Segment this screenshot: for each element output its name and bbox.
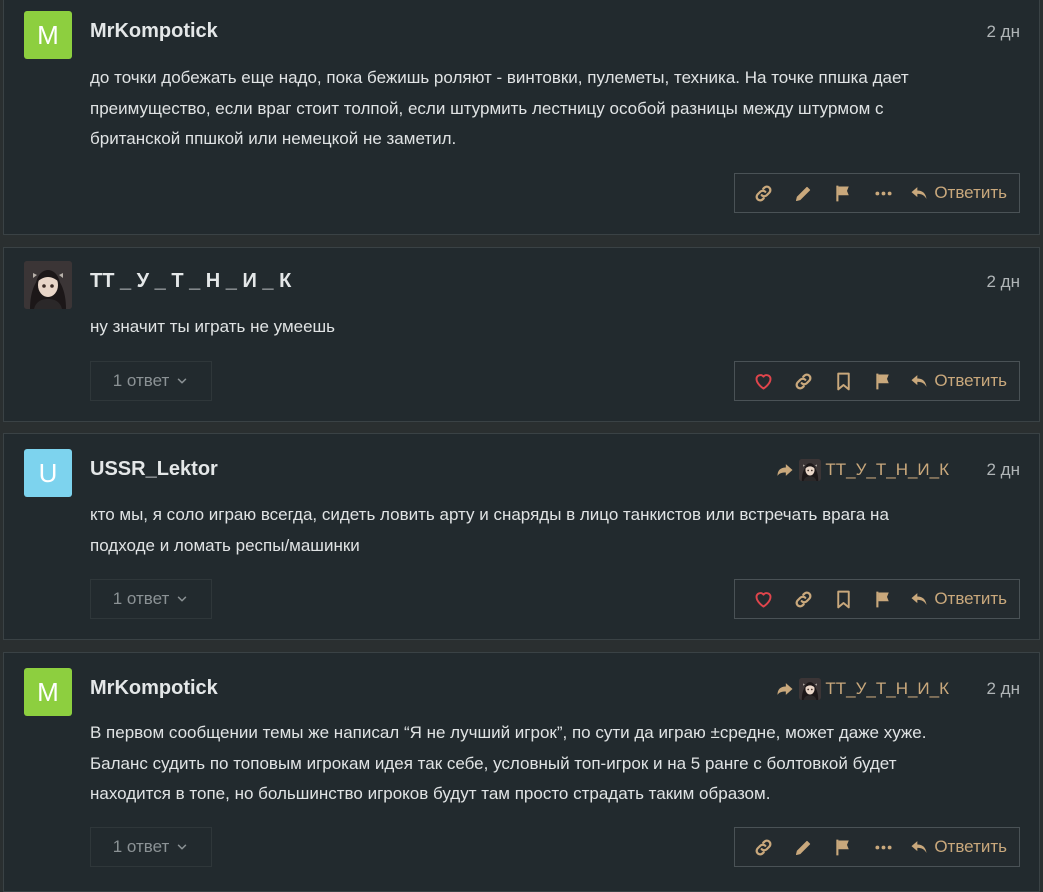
post-actions: Ответить (734, 361, 1020, 401)
link-icon[interactable] (783, 580, 823, 618)
flag-icon[interactable] (823, 174, 863, 212)
reply-icon (909, 837, 929, 857)
post: ТТ _ У _ Т _ Н _ И _ К 2 дн ну значит ты… (3, 247, 1040, 422)
avatar-image (24, 261, 72, 309)
replies-count: 1 ответ (112, 837, 170, 856)
replies-toggle[interactable]: 1 ответ (90, 827, 212, 867)
reply-arrow-icon (775, 460, 795, 480)
link-icon[interactable] (743, 174, 783, 212)
ellipsis-icon[interactable] (863, 174, 903, 212)
post-text-line: преимущество, если враг стоит толпой, ес… (90, 98, 884, 118)
chevron-down-icon (175, 592, 189, 606)
username[interactable]: USSR_Lektor (90, 458, 218, 481)
post-body: ну значит ты играть не умеешь (90, 312, 969, 343)
replies-toggle[interactable]: 1 ответ (90, 579, 212, 619)
post: U USSR_Lektor ТТ_У_Т_Н_И_К 2 дн кто мы, … (3, 433, 1040, 640)
reply-icon (909, 183, 929, 203)
post-body: кто мы, я соло играю всегда, сидеть лови… (90, 500, 969, 561)
ellipsis-icon[interactable] (863, 828, 903, 866)
chevron-down-icon (175, 840, 189, 854)
reply-to-username: ТТ_У_Т_Н_И_К (825, 460, 949, 479)
avatar[interactable]: U (24, 449, 72, 497)
reply-label: Ответить (934, 589, 1007, 608)
reply-to-avatar (799, 678, 822, 700)
replies-count: 1 ответ (112, 371, 170, 390)
bookmark-icon[interactable] (823, 362, 863, 400)
post-text-line: находится в топе, но большинство игроков… (90, 784, 771, 803)
post-text-line: до точки добежать еще надо, пока бежишь … (90, 68, 909, 87)
avatar[interactable]: M (24, 668, 72, 716)
reply-label: Ответить (934, 837, 1007, 856)
avatar[interactable]: M (24, 11, 72, 59)
post-text-line: ну значит ты играть не умеешь (90, 317, 336, 336)
reply-icon (909, 371, 929, 391)
flag-icon[interactable] (823, 828, 863, 866)
post-date[interactable]: 2 дн (987, 22, 1021, 42)
post: M MrKompotick 2 дн до точки добежать еще… (3, 0, 1040, 235)
flag-icon[interactable] (863, 580, 903, 618)
reply-button[interactable]: Ответить (903, 580, 1011, 618)
reply-button[interactable]: Ответить (903, 362, 1011, 400)
post-date[interactable]: 2 дн (987, 272, 1021, 292)
post-text-line: В первом сообщении темы же написал “Я не… (90, 723, 927, 742)
post: M MrKompotick ТТ_У_Т_Н_И_К 2 дн В первом… (3, 652, 1040, 892)
reply-to[interactable]: ТТ_У_Т_Н_И_К (775, 459, 949, 481)
bookmark-icon[interactable] (823, 580, 863, 618)
post-text-line: Баланс судить по топовым игрокам идея та… (90, 753, 897, 773)
reply-arrow-icon (775, 679, 795, 699)
link-icon[interactable] (783, 362, 823, 400)
reply-label: Ответить (934, 371, 1007, 390)
username[interactable]: MrKompotick (90, 20, 218, 43)
username[interactable]: MrKompotick (90, 677, 218, 700)
reply-label: Ответить (934, 183, 1007, 202)
post-body: В первом сообщении темы же написал “Я не… (90, 718, 969, 810)
replies-count: 1 ответ (112, 589, 170, 608)
reply-button[interactable]: Ответить (903, 828, 1011, 866)
reply-button[interactable]: Ответить (903, 174, 1011, 212)
username[interactable]: ТТ _ У _ Т _ Н _ И _ К (90, 270, 291, 293)
reply-to-avatar (799, 459, 822, 481)
replies-toggle[interactable]: 1 ответ (90, 361, 212, 401)
link-icon[interactable] (743, 828, 783, 866)
post-text-line: кто мы, я соло играю всегда, сидеть лови… (90, 505, 889, 524)
post-actions: Ответить (734, 173, 1020, 213)
avatar[interactable] (24, 261, 72, 309)
post-date[interactable]: 2 дн (987, 460, 1021, 480)
reply-to-username: ТТ_У_Т_Н_И_К (825, 679, 949, 698)
post-text-line: британской ппшкой или немецкой не замети… (90, 129, 457, 148)
post-actions: Ответить (734, 579, 1020, 619)
pencil-icon[interactable] (783, 174, 823, 212)
chevron-down-icon (175, 374, 189, 388)
post-actions: Ответить (734, 827, 1020, 867)
heart-icon[interactable] (743, 580, 783, 618)
reply-to[interactable]: ТТ_У_Т_Н_И_К (775, 678, 949, 700)
flag-icon[interactable] (863, 362, 903, 400)
post-body: до точки добежать еще надо, пока бежишь … (90, 63, 969, 155)
heart-icon[interactable] (743, 362, 783, 400)
post-text-line: подходе и ломать респы/машинки (90, 535, 360, 555)
post-date[interactable]: 2 дн (987, 679, 1021, 699)
pencil-icon[interactable] (783, 828, 823, 866)
reply-icon (909, 589, 929, 609)
